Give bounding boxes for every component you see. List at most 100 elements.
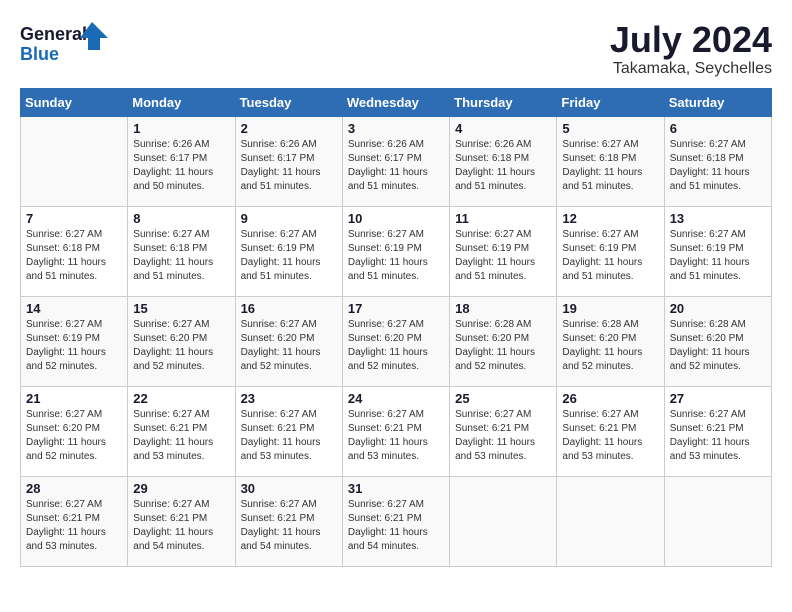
calendar-cell xyxy=(664,476,771,566)
day-info: Sunrise: 6:27 AM Sunset: 6:20 PM Dayligh… xyxy=(241,318,337,374)
day-info: Sunrise: 6:27 AM Sunset: 6:21 PM Dayligh… xyxy=(455,408,551,464)
day-info: Sunrise: 6:26 AM Sunset: 6:17 PM Dayligh… xyxy=(348,138,444,194)
calendar-cell: 10 Sunrise: 6:27 AM Sunset: 6:19 PM Dayli… xyxy=(342,206,449,296)
day-number: 23 xyxy=(241,391,337,406)
day-info: Sunrise: 6:27 AM Sunset: 6:20 PM Dayligh… xyxy=(133,318,229,374)
day-info: Sunrise: 6:27 AM Sunset: 6:21 PM Dayligh… xyxy=(241,408,337,464)
calendar-cell: 19 Sunrise: 6:28 AM Sunset: 6:20 PM Dayli… xyxy=(557,296,664,386)
day-info: Sunrise: 6:28 AM Sunset: 6:20 PM Dayligh… xyxy=(562,318,658,374)
day-info: Sunrise: 6:27 AM Sunset: 6:19 PM Dayligh… xyxy=(348,228,444,284)
day-info: Sunrise: 6:27 AM Sunset: 6:19 PM Dayligh… xyxy=(455,228,551,284)
day-number: 16 xyxy=(241,301,337,316)
calendar-cell: 9 Sunrise: 6:27 AM Sunset: 6:19 PM Daylig… xyxy=(235,206,342,296)
calendar-cell: 1Sunrise: 6:26 AM Sunset: 6:17 PM Daylig… xyxy=(128,116,235,206)
title-block: July 2024 Takamaka, Seychelles xyxy=(610,20,772,78)
day-number: 28 xyxy=(26,481,122,496)
calendar-cell: 23 Sunrise: 6:27 AM Sunset: 6:21 PM Dayli… xyxy=(235,386,342,476)
day-number: 15 xyxy=(133,301,229,316)
day-number: 11 xyxy=(455,211,551,226)
calendar-cell: 11 Sunrise: 6:27 AM Sunset: 6:19 PM Dayli… xyxy=(450,206,557,296)
calendar-cell: 6 Sunrise: 6:27 AM Sunset: 6:18 PM Daylig… xyxy=(664,116,771,206)
day-info: Sunrise: 6:27 AM Sunset: 6:19 PM Dayligh… xyxy=(562,228,658,284)
calendar-cell: 13 Sunrise: 6:27 AM Sunset: 6:19 PM Dayli… xyxy=(664,206,771,296)
svg-text:General: General xyxy=(20,24,87,44)
calendar-cell: 25 Sunrise: 6:27 AM Sunset: 6:21 PM Dayli… xyxy=(450,386,557,476)
day-info: Sunrise: 6:27 AM Sunset: 6:21 PM Dayligh… xyxy=(241,498,337,554)
day-header-saturday: Saturday xyxy=(664,88,771,116)
calendar-cell: 31Sunrise: 6:27 AM Sunset: 6:21 PM Dayli… xyxy=(342,476,449,566)
day-header-monday: Monday xyxy=(128,88,235,116)
calendar-cell xyxy=(450,476,557,566)
day-info: Sunrise: 6:27 AM Sunset: 6:18 PM Dayligh… xyxy=(562,138,658,194)
day-number: 14 xyxy=(26,301,122,316)
day-number: 10 xyxy=(348,211,444,226)
day-info: Sunrise: 6:27 AM Sunset: 6:18 PM Dayligh… xyxy=(133,228,229,284)
day-info: Sunrise: 6:28 AM Sunset: 6:20 PM Dayligh… xyxy=(670,318,766,374)
calendar-cell: 22Sunrise: 6:27 AM Sunset: 6:21 PM Dayli… xyxy=(128,386,235,476)
calendar-cell xyxy=(557,476,664,566)
day-number: 2 xyxy=(241,121,337,136)
day-number: 27 xyxy=(670,391,766,406)
day-number: 7 xyxy=(26,211,122,226)
calendar-cell: 5 Sunrise: 6:27 AM Sunset: 6:18 PM Daylig… xyxy=(557,116,664,206)
calendar-cell: 29Sunrise: 6:27 AM Sunset: 6:21 PM Dayli… xyxy=(128,476,235,566)
day-info: Sunrise: 6:26 AM Sunset: 6:17 PM Dayligh… xyxy=(241,138,337,194)
calendar-cell: 30Sunrise: 6:27 AM Sunset: 6:21 PM Dayli… xyxy=(235,476,342,566)
day-number: 12 xyxy=(562,211,658,226)
day-info: Sunrise: 6:27 AM Sunset: 6:20 PM Dayligh… xyxy=(348,318,444,374)
day-number: 1 xyxy=(133,121,229,136)
day-info: Sunrise: 6:27 AM Sunset: 6:21 PM Dayligh… xyxy=(348,408,444,464)
week-row-4: 21 Sunrise: 6:27 AM Sunset: 6:20 PM Dayli… xyxy=(21,386,772,476)
day-info: Sunrise: 6:27 AM Sunset: 6:20 PM Dayligh… xyxy=(26,408,122,464)
day-number: 20 xyxy=(670,301,766,316)
day-info: Sunrise: 6:27 AM Sunset: 6:19 PM Dayligh… xyxy=(241,228,337,284)
calendar-cell: 26 Sunrise: 6:27 AM Sunset: 6:21 PM Dayli… xyxy=(557,386,664,476)
day-info: Sunrise: 6:27 AM Sunset: 6:19 PM Dayligh… xyxy=(670,228,766,284)
day-number: 29 xyxy=(133,481,229,496)
calendar-cell: 15 Sunrise: 6:27 AM Sunset: 6:20 PM Dayli… xyxy=(128,296,235,386)
calendar-cell: 28 Sunrise: 6:27 AM Sunset: 6:21 PM Dayli… xyxy=(21,476,128,566)
day-number: 19 xyxy=(562,301,658,316)
day-info: Sunrise: 6:28 AM Sunset: 6:20 PM Dayligh… xyxy=(455,318,551,374)
day-number: 9 xyxy=(241,211,337,226)
day-number: 13 xyxy=(670,211,766,226)
day-number: 31 xyxy=(348,481,444,496)
day-info: Sunrise: 6:27 AM Sunset: 6:21 PM Dayligh… xyxy=(670,408,766,464)
day-number: 21 xyxy=(26,391,122,406)
week-row-3: 14 Sunrise: 6:27 AM Sunset: 6:19 PM Dayli… xyxy=(21,296,772,386)
day-number: 25 xyxy=(455,391,551,406)
day-header-wednesday: Wednesday xyxy=(342,88,449,116)
calendar-cell: 7Sunrise: 6:27 AM Sunset: 6:18 PM Daylig… xyxy=(21,206,128,296)
calendar-table: SundayMondayTuesdayWednesdayThursdayFrid… xyxy=(20,88,772,567)
calendar-cell: 20 Sunrise: 6:28 AM Sunset: 6:20 PM Dayli… xyxy=(664,296,771,386)
day-number: 17 xyxy=(348,301,444,316)
logo: GeneralBlue xyxy=(20,20,110,65)
calendar-cell: 14 Sunrise: 6:27 AM Sunset: 6:19 PM Dayli… xyxy=(21,296,128,386)
day-header-tuesday: Tuesday xyxy=(235,88,342,116)
calendar-cell: 2 Sunrise: 6:26 AM Sunset: 6:17 PM Daylig… xyxy=(235,116,342,206)
calendar-cell: 27 Sunrise: 6:27 AM Sunset: 6:21 PM Dayli… xyxy=(664,386,771,476)
day-header-thursday: Thursday xyxy=(450,88,557,116)
calendar-cell: 8Sunrise: 6:27 AM Sunset: 6:18 PM Daylig… xyxy=(128,206,235,296)
day-header-friday: Friday xyxy=(557,88,664,116)
day-number: 6 xyxy=(670,121,766,136)
day-info: Sunrise: 6:26 AM Sunset: 6:18 PM Dayligh… xyxy=(455,138,551,194)
calendar-cell: 21 Sunrise: 6:27 AM Sunset: 6:20 PM Dayli… xyxy=(21,386,128,476)
month-title: July 2024 xyxy=(610,20,772,60)
logo-svg: GeneralBlue xyxy=(20,20,110,65)
day-number: 3 xyxy=(348,121,444,136)
day-header-sunday: Sunday xyxy=(21,88,128,116)
calendar-cell: 3 Sunrise: 6:26 AM Sunset: 6:17 PM Daylig… xyxy=(342,116,449,206)
week-row-2: 7 Sunrise: 6:27 AM Sunset: 6:18 PM Daylig… xyxy=(21,206,772,296)
location-subtitle: Takamaka, Seychelles xyxy=(610,60,772,78)
day-info: Sunrise: 6:27 AM Sunset: 6:18 PM Dayligh… xyxy=(670,138,766,194)
day-info: Sunrise: 6:27 AM Sunset: 6:21 PM Dayligh… xyxy=(26,498,122,554)
day-info: Sunrise: 6:27 AM Sunset: 6:19 PM Dayligh… xyxy=(26,318,122,374)
header-row: SundayMondayTuesdayWednesdayThursdayFrid… xyxy=(21,88,772,116)
day-info: Sunrise: 6:27 AM Sunset: 6:21 PM Dayligh… xyxy=(562,408,658,464)
calendar-cell: 12 Sunrise: 6:27 AM Sunset: 6:19 PM Dayli… xyxy=(557,206,664,296)
day-number: 5 xyxy=(562,121,658,136)
day-number: 26 xyxy=(562,391,658,406)
day-number: 24 xyxy=(348,391,444,406)
day-info: Sunrise: 6:27 AM Sunset: 6:21 PM Dayligh… xyxy=(133,408,229,464)
